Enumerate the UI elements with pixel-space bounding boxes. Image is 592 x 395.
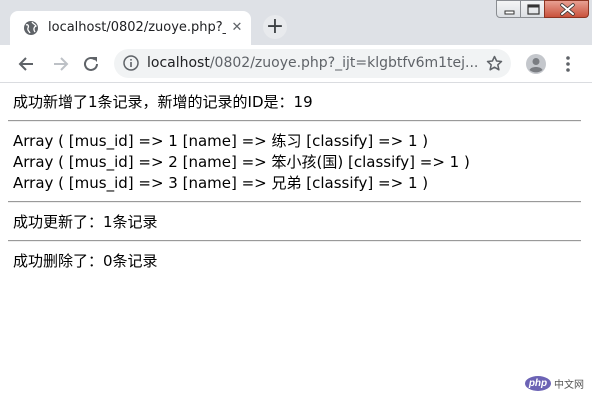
browser-window: localhost/0802/zuoye.php?_ijt ✕ + localh… — [0, 0, 592, 395]
minimize-icon — [504, 10, 515, 15]
new-tab-button[interactable]: + — [263, 15, 287, 39]
maximize-button[interactable] — [520, 0, 545, 18]
page-content: 成功新增了1条记录，新增的记录的ID是：19 Array ( [mus_id] … — [0, 83, 592, 395]
divider — [8, 240, 581, 242]
browser-toolbar: localhost/0802/zuoye.php?_ijt=klgbtfv6m1… — [0, 45, 592, 83]
forward-icon[interactable] — [49, 53, 71, 75]
url-text[interactable]: localhost/0802/zuoye.php?_ijt=klgbtfv6m1… — [147, 49, 477, 78]
result-row: Array ( [mus_id] => 2 [name] => 笨小孩(国) [… — [13, 153, 470, 171]
address-bar[interactable]: localhost/0802/zuoye.php?_ijt=klgbtfv6m1… — [114, 49, 511, 78]
maximize-icon — [527, 4, 540, 15]
url-host: localhost — [147, 55, 210, 71]
url-path: /0802/zuoye.php?_ijt=klgbtfv6m1tej... — [209, 55, 477, 71]
divider — [8, 120, 581, 122]
window-controls — [496, 0, 589, 19]
minimize-button[interactable] — [496, 0, 521, 18]
result-row: Array ( [mus_id] => 3 [name] => 兄弟 [clas… — [13, 174, 429, 192]
site-watermark: php 中文网 — [525, 376, 584, 391]
divider — [8, 201, 581, 203]
close-window-button[interactable] — [544, 0, 589, 18]
star-icon[interactable] — [486, 55, 503, 72]
close-tab-icon[interactable]: ✕ — [229, 20, 245, 36]
delete-message: 成功删除了：0条记录 — [13, 252, 158, 270]
tab-strip: localhost/0802/zuoye.php?_ijt ✕ + — [0, 0, 592, 45]
browser-tab[interactable]: localhost/0802/zuoye.php?_ijt ✕ — [10, 11, 251, 45]
php-logo: php — [525, 376, 551, 391]
insert-message: 成功新增了1条记录，新增的记录的ID是：19 — [13, 93, 313, 111]
tab-title: localhost/0802/zuoye.php?_ijt — [48, 20, 226, 35]
profile-icon[interactable] — [525, 53, 547, 75]
menu-icon[interactable] — [560, 54, 576, 74]
reload-icon[interactable] — [80, 53, 102, 75]
info-icon[interactable] — [123, 55, 139, 71]
result-row: Array ( [mus_id] => 1 [name] => 练习 [clas… — [13, 132, 429, 150]
update-message: 成功更新了：1条记录 — [13, 213, 158, 231]
close-icon — [560, 3, 575, 16]
back-icon[interactable] — [16, 53, 38, 75]
watermark-text: 中文网 — [554, 380, 584, 391]
globe-icon — [23, 20, 39, 36]
